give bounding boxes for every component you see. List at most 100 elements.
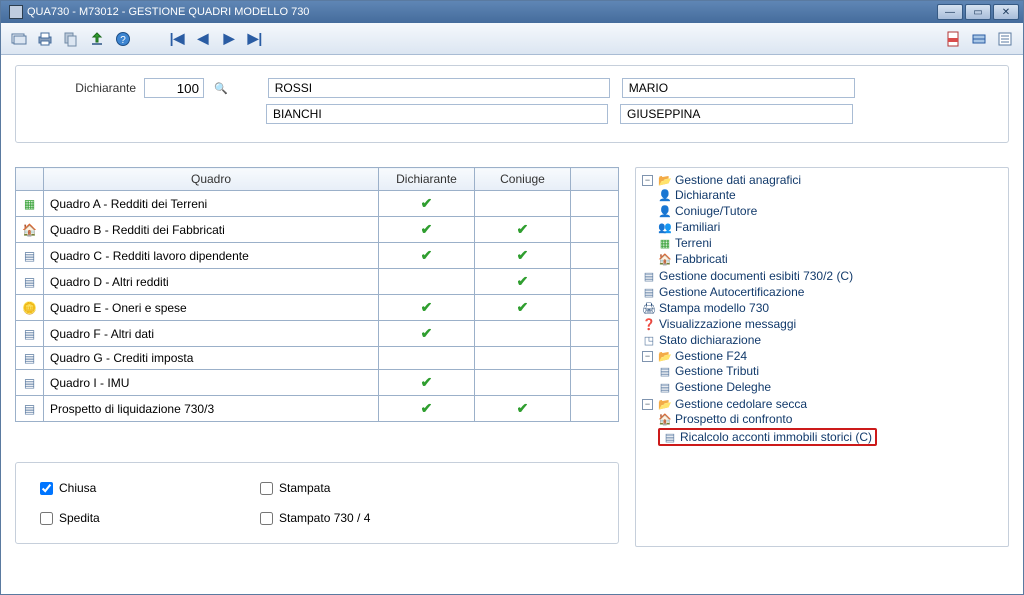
- doc-icon: ▤: [663, 431, 677, 444]
- tree-autocert[interactable]: ▤Gestione Autocertificazione: [642, 285, 1002, 299]
- tree-tributi[interactable]: ▤Gestione Tributi: [658, 364, 1002, 378]
- tree-stampa[interactable]: 🖨Stampa modello 730: [642, 301, 1002, 315]
- row-icon-cell: ▤: [16, 370, 44, 396]
- tree-terreni[interactable]: ▦Terreni: [658, 236, 1002, 250]
- toolbar: ? |◀ ◀ ▶ ▶|: [1, 23, 1023, 55]
- row-dichiarante: [379, 269, 475, 295]
- row-extra: [571, 370, 619, 396]
- table-row[interactable]: ▦Quadro A - Redditi dei Terreni✔: [16, 191, 619, 217]
- tree-coniuge[interactable]: 👤Coniuge/Tutore: [658, 204, 1002, 218]
- table-row[interactable]: 🪙Quadro E - Oneri e spese✔✔: [16, 295, 619, 321]
- tree-prospetto[interactable]: 🏠Prospetto di confronto: [658, 412, 1002, 426]
- table-row[interactable]: ▤Quadro G - Crediti imposta: [16, 347, 619, 370]
- scan-button[interactable]: [967, 27, 991, 51]
- printer-icon: [37, 31, 53, 47]
- check-icon: ✔: [421, 221, 433, 237]
- row-icon-cell: ▤: [16, 243, 44, 269]
- house-icon: 🏠: [22, 223, 37, 237]
- col-coniuge: Coniuge: [475, 168, 571, 191]
- open-button[interactable]: [7, 27, 31, 51]
- tree-doc-esibiti[interactable]: ▤Gestione documenti esibiti 730/2 (C): [642, 269, 1002, 283]
- row-coniuge: [475, 347, 571, 370]
- scan-icon: [971, 31, 987, 47]
- nav-last-button[interactable]: ▶|: [243, 27, 267, 51]
- row-coniuge: ✔: [475, 243, 571, 269]
- col-icon: [16, 168, 44, 191]
- house-icon: 🏠: [658, 253, 672, 266]
- app-icon: [9, 5, 23, 19]
- tree-cedolare[interactable]: − 📂 Gestione cedolare secca: [642, 397, 1002, 411]
- collapse-icon[interactable]: −: [642, 351, 653, 362]
- table-row[interactable]: ▤Quadro D - Altri redditi✔: [16, 269, 619, 295]
- row-icon-cell: 🪙: [16, 295, 44, 321]
- doc-icon: ▤: [24, 327, 35, 341]
- chiusa-checkbox[interactable]: Chiusa: [40, 481, 200, 495]
- nav-next-button[interactable]: ▶: [217, 27, 241, 51]
- list-button[interactable]: [993, 27, 1017, 51]
- row-dichiarante: ✔: [379, 217, 475, 243]
- tree-gestione-anagrafici[interactable]: − 📂 Gestione dati anagrafici: [642, 173, 1002, 187]
- row-extra: [571, 321, 619, 347]
- row-extra: [571, 295, 619, 321]
- tree-stato[interactable]: ◳Stato dichiarazione: [642, 333, 1002, 347]
- tree-familiari[interactable]: 👥Familiari: [658, 220, 1002, 234]
- row-coniuge: [475, 370, 571, 396]
- row-icon-cell: ▤: [16, 269, 44, 295]
- help-button[interactable]: ?: [111, 27, 135, 51]
- row-label: Quadro F - Altri dati: [44, 321, 379, 347]
- copy-button[interactable]: [59, 27, 83, 51]
- row-dichiarante: ✔: [379, 191, 475, 217]
- row-coniuge: ✔: [475, 269, 571, 295]
- table-row[interactable]: ▤Quadro F - Altri dati✔: [16, 321, 619, 347]
- close-button[interactable]: ✕: [993, 4, 1019, 20]
- svg-text:?: ?: [120, 35, 126, 46]
- nav-first-button[interactable]: |◀: [165, 27, 189, 51]
- tree-ricalcolo[interactable]: ▤ Ricalcolo acconti immobili storici (C): [663, 430, 872, 444]
- pdf-button[interactable]: [941, 27, 965, 51]
- check-icon: ✔: [421, 247, 433, 263]
- row-extra: [571, 269, 619, 295]
- lookup-icon[interactable]: 🔍: [214, 82, 228, 95]
- tree-dichiarante[interactable]: 👤Dichiarante: [658, 188, 1002, 202]
- field-icon: ▦: [658, 237, 672, 250]
- print-button[interactable]: [33, 27, 57, 51]
- list-icon: [997, 31, 1013, 47]
- row-icon-cell: 🏠: [16, 217, 44, 243]
- window-title: QUA730 - M73012 - GESTIONE QUADRI MODELL…: [27, 6, 309, 18]
- export-button[interactable]: [85, 27, 109, 51]
- nav-last-icon: ▶|: [248, 30, 263, 47]
- check-icon: ✔: [421, 299, 433, 315]
- check-icon: ✔: [421, 400, 433, 416]
- table-row[interactable]: ▤Quadro I - IMU✔: [16, 370, 619, 396]
- stampato7304-checkbox[interactable]: Stampato 730 / 4: [260, 511, 420, 525]
- minimize-button[interactable]: —: [937, 4, 963, 20]
- check-icon: ✔: [517, 221, 529, 237]
- tree-f24[interactable]: − 📂 Gestione F24: [642, 349, 1002, 363]
- nav-next-icon: ▶: [224, 30, 235, 47]
- collapse-icon[interactable]: −: [642, 175, 653, 186]
- nav-prev-button[interactable]: ◀: [191, 27, 215, 51]
- row-extra: [571, 191, 619, 217]
- table-row[interactable]: 🏠 Quadro B - Redditi dei Fabbricati ✔ ✔: [16, 217, 619, 243]
- maximize-button[interactable]: ▭: [965, 4, 991, 20]
- titlebar: QUA730 - M73012 - GESTIONE QUADRI MODELL…: [1, 1, 1023, 23]
- people-icon: 👥: [658, 221, 672, 234]
- dichiarante-code-input[interactable]: [144, 78, 204, 98]
- stampata-checkbox[interactable]: Stampata: [260, 481, 420, 495]
- printer-icon: 🖨: [642, 302, 656, 315]
- table-row[interactable]: ▤Prospetto di liquidazione 730/3✔✔: [16, 396, 619, 422]
- spedita-checkbox[interactable]: Spedita: [40, 511, 200, 525]
- firstname1-box: MARIO: [622, 78, 855, 98]
- row-icon-cell: ▤: [16, 347, 44, 370]
- table-row[interactable]: ▤Quadro C - Redditi lavoro dipendente✔✔: [16, 243, 619, 269]
- row-extra: [571, 396, 619, 422]
- tree-messaggi[interactable]: ❓Visualizzazione messaggi: [642, 317, 1002, 331]
- folder-icon: 📂: [658, 350, 672, 363]
- tree-fabbricati[interactable]: 🏠Fabbricati: [658, 252, 1002, 266]
- row-label: Quadro B - Redditi dei Fabbricati: [44, 217, 379, 243]
- person-icon: 👤: [658, 189, 672, 202]
- collapse-icon[interactable]: −: [642, 399, 653, 410]
- tree-deleghe[interactable]: ▤Gestione Deleghe: [658, 380, 1002, 394]
- status-icon: ◳: [642, 334, 656, 347]
- check-icon: ✔: [421, 374, 433, 390]
